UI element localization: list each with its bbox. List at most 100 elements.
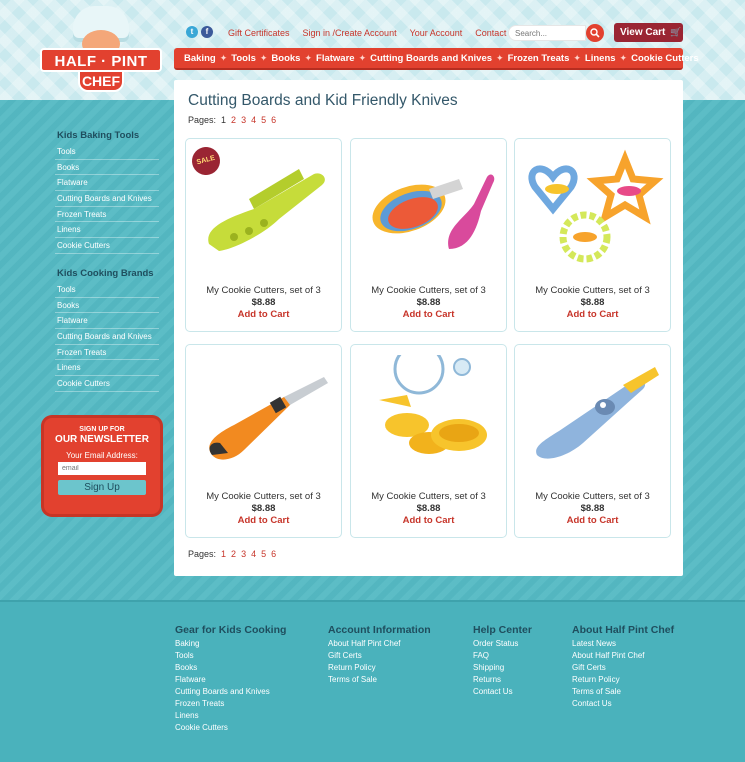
nav-cookie-cutters[interactable]: Cookie Cutters xyxy=(631,53,699,64)
footer-link[interactable]: Baking xyxy=(175,638,286,650)
footer-link[interactable]: Returns xyxy=(473,674,532,686)
product-listing: Cutting Boards and Kid Friendly Knives P… xyxy=(174,80,683,576)
nav-separator-icon: ✦ xyxy=(496,52,504,63)
footer-link[interactable]: Order Status xyxy=(473,638,532,650)
product-card[interactable]: SALE My Cookie Cutters, set of 3 $8.88 A… xyxy=(185,138,342,332)
nav-linens[interactable]: Linens xyxy=(585,53,616,64)
footer-link[interactable]: Shipping xyxy=(473,662,532,674)
footer-link[interactable]: Gift Certs xyxy=(572,662,674,674)
logo-text: HALF · PINT xyxy=(40,48,162,72)
page-link[interactable]: 6 xyxy=(271,115,276,125)
footer-link[interactable]: Contact Us xyxy=(473,686,532,698)
contact-link[interactable]: Contact xyxy=(475,28,506,38)
footer-link[interactable]: FAQ xyxy=(473,650,532,662)
page-link[interactable]: 2 xyxy=(231,115,236,125)
sidebar-item[interactable]: Frozen Treats xyxy=(55,345,159,361)
footer-link[interactable]: About Half Pint Chef xyxy=(572,650,674,662)
sidebar-item[interactable]: Cookie Cutters xyxy=(55,238,159,254)
product-card[interactable]: My Cookie Cutters, set of 3 $8.88 Add to… xyxy=(514,344,671,538)
sign-in-link[interactable]: Sign in /Create Account xyxy=(303,28,397,38)
nav-baking[interactable]: Baking xyxy=(184,53,216,64)
footer-link[interactable]: Gift Certs xyxy=(328,650,431,662)
sidebar-item[interactable]: Linens xyxy=(55,222,159,239)
add-to-cart-link[interactable]: Add to Cart xyxy=(515,515,670,526)
nav-frozen-treats[interactable]: Frozen Treats xyxy=(508,53,570,64)
sidebar-item[interactable]: Flatware xyxy=(55,175,159,192)
product-card[interactable]: My Cookie Cutters, set of 3 $8.88 Add to… xyxy=(514,138,671,332)
footer-link[interactable]: About Half Pint Chef xyxy=(328,638,431,650)
add-to-cart-link[interactable]: Add to Cart xyxy=(351,309,506,320)
footer-link[interactable]: Cutting Boards and Knives xyxy=(175,686,286,698)
page-link[interactable]: 1 xyxy=(221,115,226,125)
newsletter-signup-button[interactable]: Sign Up xyxy=(58,480,146,495)
product-image[interactable] xyxy=(359,355,500,475)
footer-link[interactable]: Terms of Sale xyxy=(328,674,431,686)
sidebar-item[interactable]: Books xyxy=(55,298,159,314)
footer-link[interactable]: Contact Us xyxy=(572,698,674,710)
page-link[interactable]: 4 xyxy=(251,115,256,125)
product-image[interactable] xyxy=(523,149,664,269)
add-to-cart-link[interactable]: Add to Cart xyxy=(186,309,341,320)
footer-link[interactable]: Return Policy xyxy=(572,674,674,686)
add-to-cart-link[interactable]: Add to Cart xyxy=(186,515,341,526)
product-name[interactable]: My Cookie Cutters, set of 3 xyxy=(515,285,670,296)
product-card[interactable]: My Cookie Cutters, set of 3 $8.88 Add to… xyxy=(350,344,507,538)
product-image[interactable] xyxy=(523,355,664,475)
newsletter-email-input[interactable] xyxy=(58,462,146,475)
sidebar-item[interactable]: Cutting Boards and Knives xyxy=(55,191,159,207)
product-card[interactable]: My Cookie Cutters, set of 3 $8.88 Add to… xyxy=(185,344,342,538)
nav-cutting-boards[interactable]: Cutting Boards and Knives xyxy=(370,53,492,64)
nav-separator-icon: ✦ xyxy=(358,52,367,63)
footer-link[interactable]: Latest News xyxy=(572,638,674,650)
sidebar-heading-tools: Kids Baking Tools xyxy=(57,130,140,141)
page-link[interactable]: 4 xyxy=(251,549,256,559)
product-card[interactable]: My Cookie Cutters, set of 3 $8.88 Add to… xyxy=(350,138,507,332)
sidebar-item[interactable]: Cookie Cutters xyxy=(55,376,159,392)
footer-link[interactable]: Frozen Treats xyxy=(175,698,286,710)
search-input[interactable]: Search... xyxy=(508,25,586,41)
nav-flatware[interactable]: Flatware xyxy=(316,53,355,64)
product-name[interactable]: My Cookie Cutters, set of 3 xyxy=(351,491,506,502)
facebook-icon[interactable]: f xyxy=(201,26,213,38)
page-link[interactable]: 1 xyxy=(221,549,226,559)
add-to-cart-link[interactable]: Add to Cart xyxy=(351,515,506,526)
sidebar-item[interactable]: Books xyxy=(55,160,159,176)
sidebar-item[interactable]: Tools xyxy=(55,144,159,160)
page-link[interactable]: 2 xyxy=(231,549,236,559)
sidebar-item[interactable]: Tools xyxy=(55,282,159,298)
product-name[interactable]: My Cookie Cutters, set of 3 xyxy=(351,285,506,296)
nav-tools[interactable]: Tools xyxy=(231,53,256,64)
sidebar-item[interactable]: Linens xyxy=(55,360,159,377)
product-name[interactable]: My Cookie Cutters, set of 3 xyxy=(515,491,670,502)
product-name[interactable]: My Cookie Cutters, set of 3 xyxy=(186,285,341,296)
product-image[interactable] xyxy=(359,149,500,269)
sidebar-item[interactable]: Frozen Treats xyxy=(55,207,159,223)
page-link[interactable]: 3 xyxy=(241,549,246,559)
page-link[interactable]: 5 xyxy=(261,549,266,559)
search-icon[interactable] xyxy=(586,24,604,42)
twitter-icon[interactable]: t xyxy=(186,26,198,38)
sidebar-item[interactable]: Flatware xyxy=(55,313,159,330)
footer-link[interactable]: Cookie Cutters xyxy=(175,722,286,734)
page-link[interactable]: 6 xyxy=(271,549,276,559)
product-image[interactable] xyxy=(194,355,335,475)
sidebar-item[interactable]: Cutting Boards and Knives xyxy=(55,329,159,345)
add-to-cart-link[interactable]: Add to Cart xyxy=(515,309,670,320)
footer-link[interactable]: Flatware xyxy=(175,674,286,686)
view-cart-button[interactable]: View Cart 🛒 xyxy=(614,23,683,42)
page-title: Cutting Boards and Kid Friendly Knives xyxy=(188,92,458,109)
site-logo[interactable]: HALF · PINT CHEF xyxy=(38,4,164,96)
page-link[interactable]: 5 xyxy=(261,115,266,125)
footer-link[interactable]: Linens xyxy=(175,710,286,722)
product-price: $8.88 xyxy=(416,297,441,308)
product-name[interactable]: My Cookie Cutters, set of 3 xyxy=(186,491,341,502)
product-price: $8.88 xyxy=(416,503,441,514)
footer-link[interactable]: Books xyxy=(175,662,286,674)
footer-link[interactable]: Terms of Sale xyxy=(572,686,674,698)
nav-books[interactable]: Books xyxy=(271,53,300,64)
footer-link[interactable]: Return Policy xyxy=(328,662,431,674)
footer-link[interactable]: Tools xyxy=(175,650,286,662)
page-link[interactable]: 3 xyxy=(241,115,246,125)
your-account-link[interactable]: Your Account xyxy=(410,28,463,38)
gift-certificates-link[interactable]: Gift Certificates xyxy=(228,28,290,38)
